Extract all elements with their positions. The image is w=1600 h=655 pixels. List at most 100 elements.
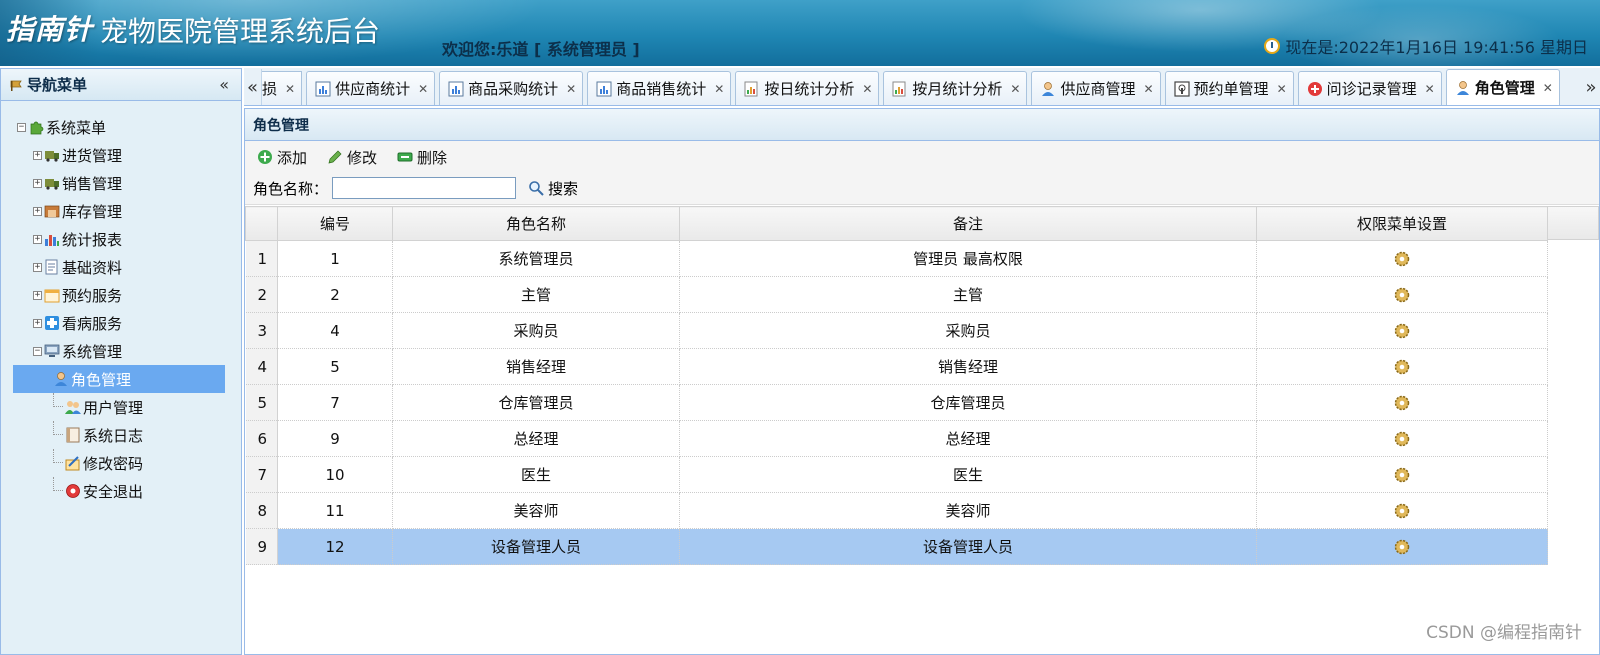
cell-remark: 设备管理人员 — [679, 528, 1257, 565]
table-row[interactable]: 2 2 主管 主管 — [245, 276, 1548, 313]
sidebar-item-logout[interactable]: 安全退出 — [1, 477, 241, 505]
sidebar-header: 导航菜单 « — [1, 69, 241, 101]
table-row[interactable]: 5 7 仓库管理员 仓库管理员 — [245, 384, 1548, 421]
search-icon — [529, 181, 544, 196]
collapse-toggle-icon[interactable]: − — [17, 122, 26, 132]
cell-role-name: 仓库管理员 — [392, 384, 680, 421]
sidebar-item-label: 角色管理 — [71, 370, 132, 389]
sidebar-item-system-log[interactable]: 系统日志 — [1, 421, 241, 449]
gear-icon[interactable] — [1393, 502, 1411, 520]
edit-button[interactable]: 修改 — [327, 147, 377, 168]
close-icon[interactable]: ✕ — [1143, 82, 1153, 96]
gear-icon[interactable] — [1393, 430, 1411, 448]
tab-appointment-management[interactable]: 预约单管理 ✕ — [1164, 71, 1294, 105]
welcome-text: 欢迎您:乐道 [ 系统管理员 ] — [442, 40, 640, 59]
tab-scroll-left-button[interactable]: « — [244, 69, 262, 105]
sidebar-item-purchase[interactable]: + 进货管理 — [1, 141, 241, 169]
expand-toggle-icon[interactable]: + — [33, 290, 42, 300]
gear-icon[interactable] — [1393, 286, 1411, 304]
close-icon[interactable]: ✕ — [418, 82, 428, 96]
row-number: 3 — [245, 312, 278, 349]
sidebar-item-inventory[interactable]: + 库存管理 — [1, 197, 241, 225]
cell-remark: 仓库管理员 — [679, 384, 1257, 421]
sidebar-item-label: 系统管理 — [62, 342, 123, 361]
tab-monthly-analysis[interactable]: 按月统计分析 ✕ — [883, 71, 1028, 105]
sidebar-item-change-password[interactable]: 修改密码 — [1, 449, 241, 477]
tab-label: 按月统计分析 — [912, 80, 1003, 98]
close-icon[interactable]: ✕ — [1543, 81, 1553, 95]
close-icon[interactable]: ✕ — [862, 82, 872, 96]
tab-label: 按日统计分析 — [764, 80, 855, 98]
tree-root[interactable]: − 系统菜单 — [1, 113, 241, 141]
gear-icon[interactable] — [1393, 358, 1411, 376]
row-number: 7 — [245, 456, 278, 493]
search-bar: 角色名称： 搜索 — [245, 173, 1599, 203]
collapse-sidebar-button[interactable]: « — [219, 75, 229, 94]
gear-icon[interactable] — [1393, 538, 1411, 556]
gear-icon[interactable] — [1393, 394, 1411, 412]
row-number: 2 — [245, 276, 278, 313]
table-row[interactable]: 8 11 美容师 美容师 — [245, 492, 1548, 529]
collapse-toggle-icon[interactable]: − — [33, 346, 42, 356]
tab-supplier-management[interactable]: 供应商管理 ✕ — [1031, 71, 1161, 105]
tab-label: 损 — [262, 80, 278, 98]
cell-remark: 销售经理 — [679, 348, 1257, 385]
tab-damage[interactable]: 损 ✕ — [262, 71, 303, 105]
tab-daily-analysis[interactable]: 按日统计分析 ✕ — [735, 71, 880, 105]
column-header[interactable]: 权限菜单设置 — [1256, 206, 1548, 241]
logo: 指南针 — [6, 13, 94, 46]
column-header[interactable]: 备注 — [679, 206, 1257, 241]
expand-toggle-icon[interactable]: + — [33, 206, 42, 216]
password-icon — [65, 456, 80, 471]
cell-id: 4 — [277, 312, 393, 349]
gear-icon[interactable] — [1393, 322, 1411, 340]
tab-role-management[interactable]: 角色管理 ✕ — [1445, 69, 1560, 105]
sidebar-item-user-management[interactable]: 用户管理 — [1, 393, 241, 421]
sidebar-item-appointment[interactable]: + 预约服务 — [1, 281, 241, 309]
sidebar-item-basic-data[interactable]: + 基础资料 — [1, 253, 241, 281]
table-row[interactable]: 7 10 医生 医生 — [245, 456, 1548, 493]
tab-purchase-stats[interactable]: 商品采购统计 ✕ — [439, 71, 584, 105]
table-row[interactable]: 3 4 采购员 采购员 — [245, 312, 1548, 349]
sidebar-item-system[interactable]: − 系统管理 — [1, 337, 241, 365]
close-icon[interactable]: ✕ — [1010, 82, 1020, 96]
table-row[interactable]: 1 1 系统管理员 管理员 最高权限 — [245, 240, 1548, 277]
column-header[interactable]: 角色名称 — [392, 206, 680, 241]
sidebar-item-reports[interactable]: + 统计报表 — [1, 225, 241, 253]
close-icon[interactable]: ✕ — [1277, 82, 1287, 96]
tab-scroll-right-button[interactable]: » — [1582, 69, 1600, 105]
column-header[interactable]: 编号 — [277, 206, 393, 241]
role-name-input[interactable] — [332, 177, 517, 199]
close-icon[interactable]: ✕ — [566, 82, 576, 96]
tab-supplier-stats[interactable]: 供应商统计 ✕ — [306, 71, 436, 105]
gear-icon[interactable] — [1393, 250, 1411, 268]
expand-toggle-icon[interactable]: + — [33, 318, 42, 328]
table-row-selected[interactable]: 9 12 设备管理人员 设备管理人员 — [245, 528, 1548, 565]
image-frame-icon — [1173, 80, 1190, 97]
table-row[interactable]: 6 9 总经理 总经理 — [245, 420, 1548, 457]
cell-id: 11 — [277, 492, 393, 529]
expand-toggle-icon[interactable]: + — [33, 178, 42, 188]
expand-toggle-icon[interactable]: + — [33, 234, 42, 244]
table-row[interactable]: 4 5 销售经理 销售经理 — [245, 348, 1548, 385]
report-icon — [596, 81, 612, 96]
tab-consultation-records[interactable]: 问诊记录管理 ✕ — [1297, 71, 1442, 105]
tab-sales-stats[interactable]: 商品销售统计 ✕ — [587, 71, 732, 105]
cell-remark: 主管 — [679, 276, 1257, 313]
cell-role-name: 总经理 — [392, 420, 680, 457]
sidebar-item-role-management[interactable]: 角色管理 — [13, 365, 225, 393]
sidebar-item-sales[interactable]: + 销售管理 — [1, 169, 241, 197]
delete-button[interactable]: 删除 — [397, 147, 447, 168]
user-icon — [1042, 81, 1055, 96]
cell-role-name: 采购员 — [392, 312, 680, 349]
close-icon[interactable]: ✕ — [1425, 82, 1435, 96]
search-button[interactable]: 搜索 — [528, 178, 578, 199]
add-button[interactable]: 添加 — [257, 147, 307, 168]
expand-toggle-icon[interactable]: + — [33, 150, 42, 160]
close-icon[interactable]: ✕ — [285, 82, 295, 96]
expand-toggle-icon[interactable]: + — [33, 262, 42, 272]
close-icon[interactable]: ✕ — [714, 82, 724, 96]
sidebar-item-medical[interactable]: + 看病服务 — [1, 309, 241, 337]
cell-remark: 总经理 — [679, 420, 1257, 457]
gear-icon[interactable] — [1393, 466, 1411, 484]
